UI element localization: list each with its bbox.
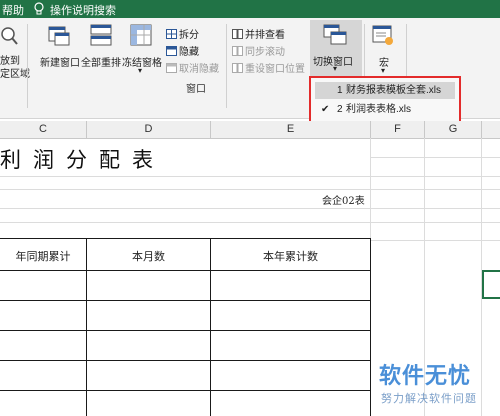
column-header-c[interactable]: C xyxy=(0,121,87,138)
menu-item-window-2[interactable]: ✔ 2 利润表表格.xls xyxy=(315,101,455,118)
table-border xyxy=(0,330,371,331)
table-border xyxy=(0,270,371,271)
gridline xyxy=(0,222,500,223)
new-window-icon xyxy=(48,26,70,46)
view-side-by-side-button[interactable]: 并排查看 xyxy=(232,26,285,41)
hide-icon xyxy=(166,45,177,56)
column-headers: C D E F G xyxy=(0,121,500,139)
zoom-icon xyxy=(1,27,18,45)
menu-item-label: 财务报表模板全套.xls xyxy=(346,85,441,96)
split-button[interactable]: 拆分 xyxy=(166,26,199,41)
gridline xyxy=(370,157,500,158)
tab-help[interactable]: 帮助 xyxy=(2,2,24,18)
chevron-down-icon: ▾ xyxy=(138,66,143,75)
switch-windows-icon xyxy=(323,24,347,45)
reset-position-button[interactable]: 重设窗口位置 xyxy=(232,60,305,75)
table-border xyxy=(0,300,371,301)
gridline xyxy=(0,189,500,190)
column-header-g[interactable]: G xyxy=(425,121,482,138)
zoom-to-selection-label-2: 定区域 xyxy=(0,69,30,80)
column-header-f[interactable]: F xyxy=(371,121,425,138)
hide-button[interactable]: 隐藏 xyxy=(166,43,199,58)
arrange-all-label: 全部重排 xyxy=(81,58,121,69)
checkmark-icon: ✔ xyxy=(321,104,330,115)
menu-item-number: 2 xyxy=(337,104,343,115)
gridline xyxy=(370,240,500,241)
unhide-button[interactable]: 取消隐藏 xyxy=(166,60,219,75)
gridline xyxy=(0,208,500,209)
side-by-side-label: 并排查看 xyxy=(245,30,285,41)
sync-scroll-label: 同步滚动 xyxy=(245,47,285,58)
table-header-prior-year[interactable]: 年同期累计 xyxy=(0,248,86,264)
ribbon-top-bar: 帮助 操作说明搜索 xyxy=(0,0,500,18)
ribbon-separator xyxy=(226,24,227,108)
gridline xyxy=(0,176,500,177)
watermark-subtitle: 努力解决软件问题 xyxy=(381,393,477,405)
macros-icon xyxy=(372,25,393,45)
table-border xyxy=(210,238,211,416)
lightbulb-icon xyxy=(34,2,44,15)
unhide-icon xyxy=(166,62,177,73)
sync-scroll-icon xyxy=(232,45,243,56)
column-header-d[interactable]: D xyxy=(87,121,211,138)
table-border xyxy=(0,390,371,391)
column-header-e[interactable]: E xyxy=(211,121,371,138)
reset-position-icon xyxy=(232,62,243,73)
unhide-label: 取消隐藏 xyxy=(179,64,219,75)
table-border xyxy=(370,238,371,416)
form-code[interactable]: 会企02表 xyxy=(322,192,365,207)
table-header-ytd[interactable]: 本年累计数 xyxy=(211,248,370,264)
sync-scroll-button[interactable]: 同步滚动 xyxy=(232,43,285,58)
split-label: 拆分 xyxy=(179,30,199,41)
switch-windows-menu: 1 财务报表模板全套.xls ✔ 2 利润表表格.xls xyxy=(309,76,461,126)
active-cell[interactable] xyxy=(482,270,500,299)
side-by-side-icon xyxy=(232,28,243,39)
switch-windows-button[interactable]: 切换窗口 ▾ xyxy=(310,20,362,76)
menu-item-number: 1 xyxy=(337,85,343,96)
menu-item-label: 利润表表格.xls xyxy=(346,104,411,115)
new-window-label: 新建窗口 xyxy=(40,58,80,69)
table-border xyxy=(0,360,371,361)
chevron-down-icon: ▾ xyxy=(333,64,338,73)
chevron-down-icon: ▾ xyxy=(381,66,386,75)
group-window-label: 窗口 xyxy=(186,84,206,95)
reset-position-label: 重设窗口位置 xyxy=(245,64,305,75)
table-border xyxy=(86,238,87,416)
table-header-this-month[interactable]: 本月数 xyxy=(87,248,210,264)
split-icon xyxy=(166,28,177,39)
watermark-logo: 软件无忧 xyxy=(379,363,472,388)
table-border xyxy=(0,238,371,239)
menu-item-window-1[interactable]: 1 财务报表模板全套.xls xyxy=(315,82,455,99)
arrange-all-icon xyxy=(90,24,112,46)
ribbon-separator xyxy=(27,24,28,108)
freeze-panes-icon xyxy=(130,24,152,46)
sheet-title[interactable]: 利润分配表 xyxy=(0,144,165,174)
tell-me-search[interactable]: 操作说明搜索 xyxy=(50,2,116,18)
hide-label: 隐藏 xyxy=(179,47,199,58)
